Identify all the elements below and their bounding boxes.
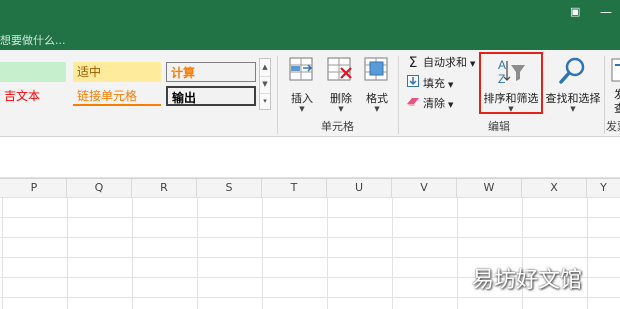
format-cells-icon <box>364 57 388 81</box>
style-warning-text[interactable]: 吉文本 <box>0 86 66 106</box>
fill-down-icon <box>406 75 420 93</box>
insert-label: 插入 <box>291 92 313 105</box>
format-label: 格式 <box>366 92 388 105</box>
group-separator <box>398 56 399 134</box>
gallery-up-icon[interactable]: ▲ <box>260 59 270 77</box>
chevron-down-icon: ▼ <box>570 105 576 113</box>
invoice-button[interactable]: 发 查 <box>607 54 620 115</box>
ribbon-display-options-icon[interactable]: ▣ <box>570 5 580 19</box>
column-header-v[interactable]: V <box>392 179 457 197</box>
fill-button[interactable]: 填充 ▼ <box>406 75 453 93</box>
column-header-t[interactable]: T <box>262 179 327 197</box>
delete-cells-icon <box>327 57 352 81</box>
chevron-down-icon: ▼ <box>448 101 454 109</box>
column-header-s[interactable]: S <box>197 179 262 197</box>
column-header-y[interactable]: Y <box>587 179 620 197</box>
autosum-button[interactable]: Σ 自动求和 ▼ <box>406 54 476 72</box>
column-header-w[interactable]: W <box>457 179 522 197</box>
insert-cells-icon <box>289 57 313 81</box>
title-bar: ▣ — <box>0 0 620 28</box>
chevron-down-icon: ▼ <box>374 105 380 113</box>
chevron-down-icon: ▼ <box>299 105 305 113</box>
column-header-q[interactable]: Q <box>67 179 132 197</box>
ribbon: 适中 计算 吉文本 链接单元格 输出 ▲ ▼ ▾ 插入 ▼ 删除 ▼ 格式 ▼ … <box>0 50 620 137</box>
fill-label: 填充 <box>423 77 445 90</box>
style-good[interactable] <box>0 62 66 82</box>
gallery-scrollbar[interactable]: ▲ ▼ ▾ <box>259 58 271 110</box>
style-neutral[interactable]: 适中 <box>73 62 161 82</box>
column-header-row: P Q R S T U V W X Y <box>0 178 620 198</box>
gallery-more-icon[interactable]: ▾ <box>260 93 270 110</box>
style-linked-cell[interactable]: 链接单元格 <box>73 86 161 106</box>
highlight-box <box>479 52 543 114</box>
column-header-p[interactable]: P <box>2 179 67 197</box>
column-header-u[interactable]: U <box>327 179 392 197</box>
clear-label: 清除 <box>423 97 445 110</box>
column-header-x[interactable]: X <box>522 179 587 197</box>
group-separator <box>277 56 278 134</box>
invoice-label-line1: 发 <box>614 88 620 101</box>
delete-label: 删除 <box>330 92 352 105</box>
style-calculation[interactable]: 计算 <box>166 62 256 82</box>
chevron-down-icon: ▼ <box>470 60 476 68</box>
formula-bar[interactable] <box>0 137 620 178</box>
group-separator <box>604 56 605 134</box>
find-select-label: 查找和选择 <box>545 92 601 105</box>
magnifier-icon <box>559 57 585 84</box>
tell-me-input[interactable]: 想要做什么... <box>0 32 66 48</box>
autosum-label: 自动求和 <box>423 56 467 69</box>
cells-group-label: 单元格 <box>321 120 354 133</box>
invoice-group-label: 发票 <box>606 120 620 133</box>
chevron-down-icon: ▼ <box>338 105 344 113</box>
chevron-down-icon: ▼ <box>448 81 454 89</box>
invoice-icon <box>611 58 620 82</box>
minimize-icon[interactable]: — <box>600 5 612 19</box>
tell-me-bar: 想要做什么... <box>0 28 620 50</box>
editing-group-label: 编辑 <box>488 120 510 133</box>
invoice-label-line2: 查 <box>614 102 620 115</box>
sigma-icon: Σ <box>408 55 418 71</box>
gallery-down-icon[interactable]: ▼ <box>260 76 270 94</box>
clear-button[interactable]: 清除 ▼ <box>406 95 453 113</box>
column-header-r[interactable]: R <box>132 179 197 197</box>
style-output[interactable]: 输出 <box>166 86 256 106</box>
eraser-icon <box>406 95 420 113</box>
watermark: 易坊好文馆 <box>472 268 583 293</box>
